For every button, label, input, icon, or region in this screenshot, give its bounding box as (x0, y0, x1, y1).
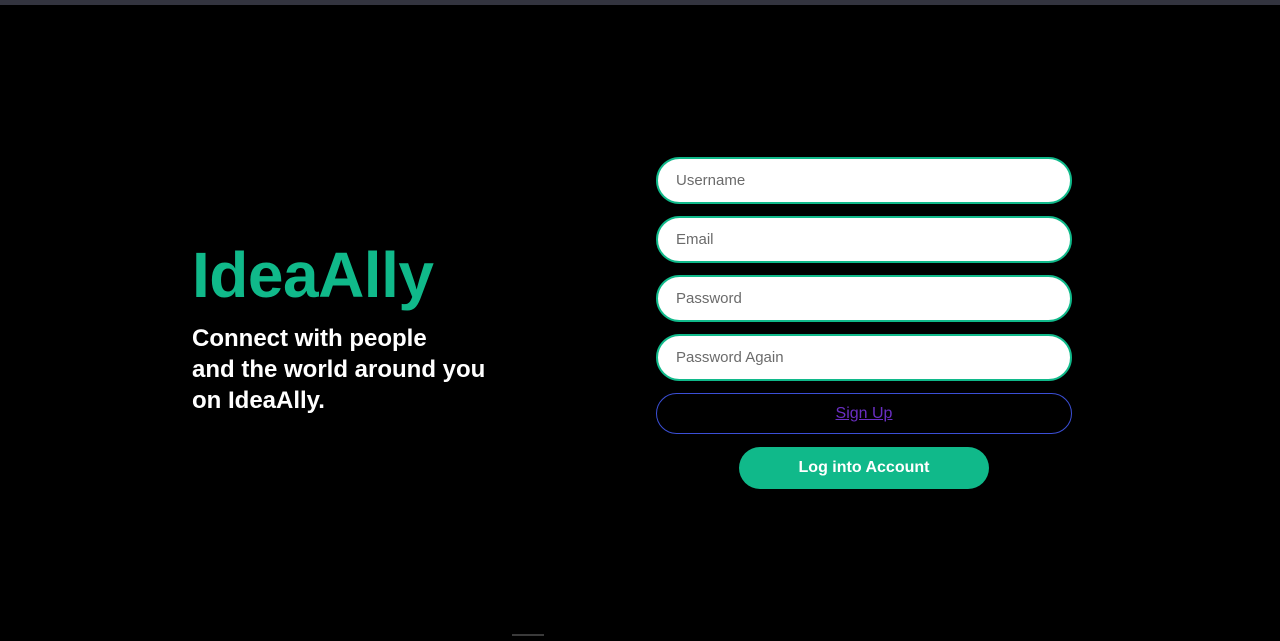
bottom-edge-mark (512, 634, 544, 636)
signup-form: Sign Up Log into Account (656, 157, 1072, 489)
login-page: IdeaAlly Connect with people and the wor… (0, 5, 1280, 641)
email-input[interactable] (656, 216, 1072, 263)
sign-up-label: Sign Up (835, 404, 893, 422)
app-logo: IdeaAlly (192, 239, 434, 311)
password-input[interactable] (656, 275, 1072, 322)
log-into-account-button[interactable]: Log into Account (739, 447, 989, 489)
app-tagline: Connect with people and the world around… (192, 325, 486, 414)
username-input[interactable] (656, 157, 1072, 204)
brand-section: IdeaAlly Connect with people and the wor… (192, 237, 612, 416)
sign-up-button[interactable]: Sign Up (656, 393, 1072, 434)
password-again-input[interactable] (656, 334, 1072, 381)
